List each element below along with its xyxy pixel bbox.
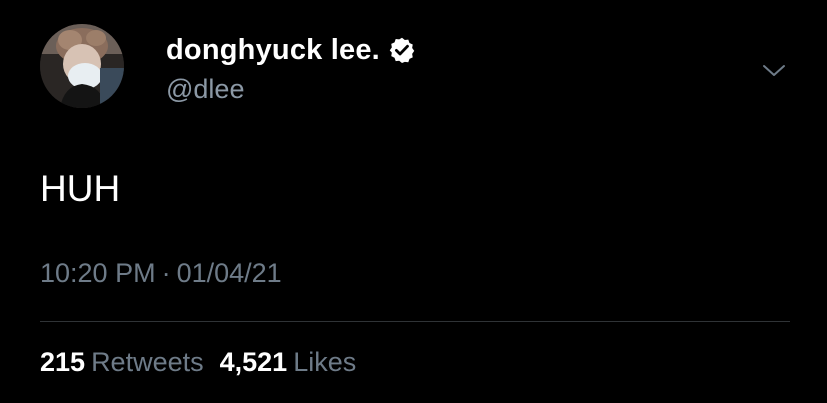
retweets-label: Retweets xyxy=(91,347,204,377)
divider xyxy=(40,321,790,322)
likes-count: 4,521 xyxy=(219,347,288,377)
likes-stat[interactable]: 4,521 Likes xyxy=(220,347,373,377)
meta-separator: · xyxy=(161,258,171,288)
avatar-photo xyxy=(40,24,124,108)
chevron-down-icon[interactable] xyxy=(760,56,788,84)
tweet-date: 01/04/21 xyxy=(176,258,282,288)
retweets-count: 215 xyxy=(40,347,86,377)
retweets-stat[interactable]: 215 Retweets xyxy=(40,347,220,377)
author-name-row: donghyuck lee. xyxy=(166,30,416,70)
likes-label: Likes xyxy=(293,347,357,377)
author-display-name[interactable]: donghyuck lee. xyxy=(166,34,380,67)
avatar[interactable] xyxy=(40,24,124,108)
tweet-time: 10:20 PM xyxy=(40,258,156,288)
tweet-stats: 215 Retweets 4,521 Likes xyxy=(40,347,372,378)
author-handle[interactable]: @dlee xyxy=(166,74,244,105)
tweet-text: HUH xyxy=(40,168,121,209)
tweet-timestamp[interactable]: 10:20 PM · 01/04/21 xyxy=(40,258,282,289)
verified-badge-icon xyxy=(388,36,416,64)
tweet-card: donghyuck lee. @dlee HUH 10:20 PM · 01/04/… xyxy=(0,0,827,403)
